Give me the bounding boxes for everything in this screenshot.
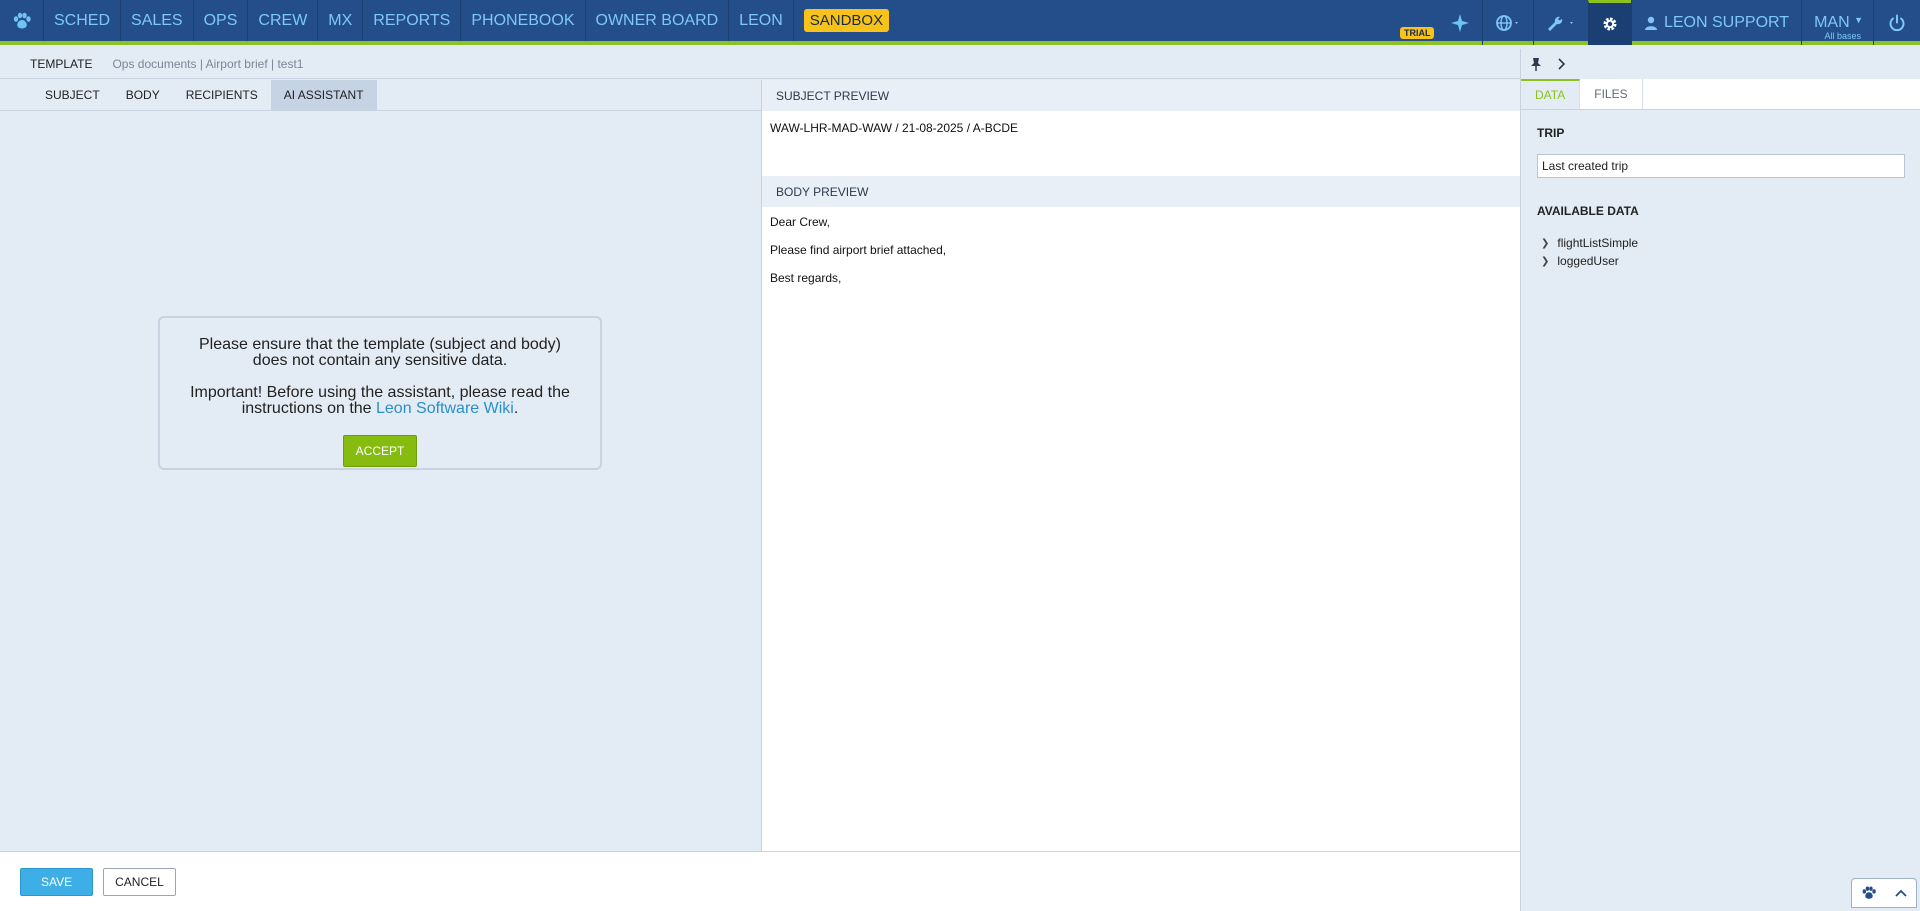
chevron-right-icon: ❯: [1541, 237, 1550, 249]
sparkle-icon: [1450, 13, 1469, 32]
top-nav: SCHED SALES OPS CREW MX REPORTS PHONEBOO…: [0, 0, 1920, 45]
panel-toolbar: [1521, 49, 1920, 79]
wiki-link[interactable]: Leon Software Wiki: [376, 400, 514, 417]
user-icon: [1644, 16, 1657, 30]
panel-tabs: DATA FILES: [1521, 79, 1920, 110]
support-widget[interactable]: [1851, 878, 1917, 908]
tab-body[interactable]: BODY: [113, 80, 173, 110]
body-preview: Dear Crew, Please find airport brief att…: [762, 207, 1520, 285]
body-line: Dear Crew,: [770, 215, 831, 229]
wrench-icon: [1547, 16, 1573, 31]
nav-owner-board[interactable]: OWNER BOARD: [586, 0, 730, 41]
nav-crew[interactable]: CREW: [248, 0, 319, 41]
form-footer: SAVE CANCEL: [0, 851, 1520, 911]
logout-button[interactable]: [1873, 0, 1920, 45]
ai-sparkle-button[interactable]: TRIAL: [1399, 0, 1482, 45]
cancel-button[interactable]: CANCEL: [103, 867, 176, 896]
tab-ai-assistant[interactable]: AI ASSISTANT: [270, 80, 377, 110]
globe-icon: [1496, 14, 1518, 31]
preview-pane: SUBJECT PREVIEW WAW-LHR-MAD-WAW / 21-08-…: [762, 80, 1520, 851]
body-line: Please find airport brief attached,: [770, 243, 947, 257]
trip-select[interactable]: [1537, 154, 1905, 178]
trip-label: TRIP: [1537, 126, 1565, 140]
tab-subject[interactable]: SUBJECT: [32, 80, 113, 110]
data-panel: DATA FILES TRIP AVAILABLE DATA ❯ flightL…: [1520, 49, 1920, 911]
editor-tabs: SUBJECT BODY RECIPIENTS AI ASSISTANT: [0, 80, 761, 111]
accept-button[interactable]: ACCEPT: [342, 435, 418, 467]
available-data-label: AVAILABLE DATA: [1537, 204, 1639, 218]
settings-button[interactable]: [1587, 0, 1631, 45]
base-code: MAN ▼: [1814, 13, 1863, 31]
tab-files[interactable]: FILES: [1580, 79, 1643, 109]
breadcrumb-path: Ops documents | Airport brief | test1: [112, 56, 304, 71]
consent-warning: Please ensure that the template (subject…: [199, 336, 561, 369]
power-icon: [1889, 14, 1905, 31]
nav-reports[interactable]: REPORTS: [363, 0, 462, 41]
tools-button[interactable]: [1532, 0, 1588, 45]
list-item[interactable]: ❯ flightListSimple: [1541, 234, 1904, 252]
base-sub: All bases: [1824, 31, 1861, 41]
nav-sched[interactable]: SCHED: [44, 0, 122, 41]
subject-preview: WAW-LHR-MAD-WAW / 21-08-2025 / A-BCDE: [770, 121, 1019, 135]
subject-preview-header: SUBJECT PREVIEW: [762, 80, 1520, 111]
nav-right: TRIAL LEON SUPPORT MAN ▼ All bases: [1399, 0, 1920, 45]
page-title: TEMPLATE: [30, 56, 93, 71]
paw-logo-icon[interactable]: [0, 0, 44, 41]
chevron-right-icon: ❯: [1541, 255, 1550, 267]
nav-sales[interactable]: SALES: [121, 0, 194, 41]
consent-instructions: Important! Before using the assistant, p…: [190, 384, 570, 417]
list-item[interactable]: ❯ loggedUser: [1541, 252, 1904, 270]
gear-icon: [1603, 17, 1617, 31]
chevron-up-icon: [1895, 889, 1907, 897]
caret-down-icon: ▼: [1854, 14, 1863, 25]
nav-ops[interactable]: OPS: [194, 0, 249, 41]
base-selector[interactable]: MAN ▼ All bases: [1801, 0, 1873, 45]
breadcrumb: TEMPLATE Ops documents | Airport brief |…: [0, 49, 1520, 79]
tab-data[interactable]: DATA: [1521, 79, 1581, 109]
chevron-right-icon[interactable]: [1557, 57, 1567, 71]
user-name: LEON SUPPORT: [1663, 13, 1790, 31]
nav-phonebook[interactable]: PHONEBOOK: [461, 0, 586, 41]
pin-icon[interactable]: [1529, 57, 1543, 71]
trial-badge: TRIAL: [1399, 27, 1435, 39]
tab-recipients[interactable]: RECIPIENTS: [173, 80, 271, 110]
body-line: Best regards,: [770, 271, 842, 285]
sandbox-indicator: SANDBOX: [794, 0, 895, 41]
paw-icon: [1862, 886, 1876, 899]
available-data-list: ❯ flightListSimple ❯ loggedUser: [1521, 218, 1920, 270]
save-button[interactable]: SAVE: [20, 867, 94, 896]
language-button[interactable]: [1481, 0, 1533, 45]
sandbox-badge: SANDBOX: [803, 9, 890, 32]
nav-leon[interactable]: LEON: [729, 0, 794, 41]
body-preview-header: BODY PREVIEW: [762, 176, 1520, 207]
nav-mx[interactable]: MX: [318, 0, 364, 41]
user-menu[interactable]: LEON SUPPORT: [1630, 0, 1801, 45]
ai-consent-dialog: Please ensure that the template (subject…: [158, 316, 602, 470]
